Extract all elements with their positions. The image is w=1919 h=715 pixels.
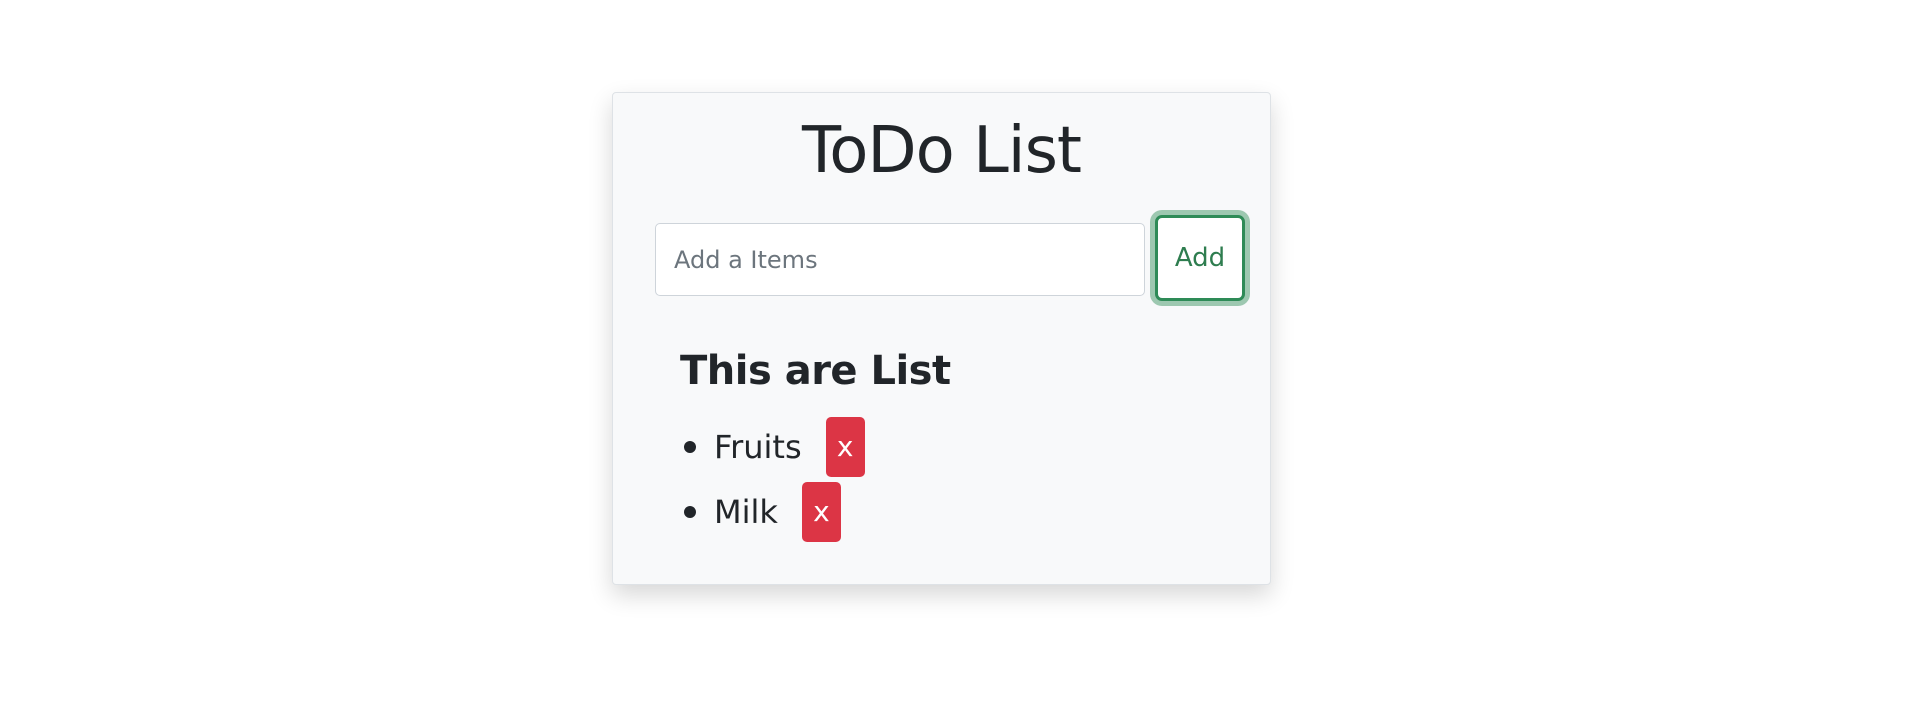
delete-button[interactable]: x	[801, 481, 841, 542]
list-item: Milk x	[679, 479, 865, 544]
page: ToDo List Add This are List Fruits x Mil…	[0, 0, 1919, 715]
todo-list: Fruits x Milk x	[679, 414, 865, 544]
item-input[interactable]	[655, 223, 1145, 296]
bullet-icon	[684, 505, 696, 518]
list-heading: This are List	[680, 348, 951, 394]
add-item-form: Add	[655, 215, 1245, 301]
list-item: Fruits x	[679, 414, 865, 479]
list-item-label: Fruits	[714, 427, 802, 466]
page-title: ToDo List	[801, 114, 1082, 188]
todo-card: ToDo List Add This are List Fruits x Mil…	[612, 92, 1271, 585]
list-item-label: Milk	[714, 492, 778, 531]
bullet-icon	[684, 440, 696, 453]
add-button[interactable]: Add	[1155, 215, 1245, 301]
delete-button[interactable]: x	[825, 416, 865, 477]
